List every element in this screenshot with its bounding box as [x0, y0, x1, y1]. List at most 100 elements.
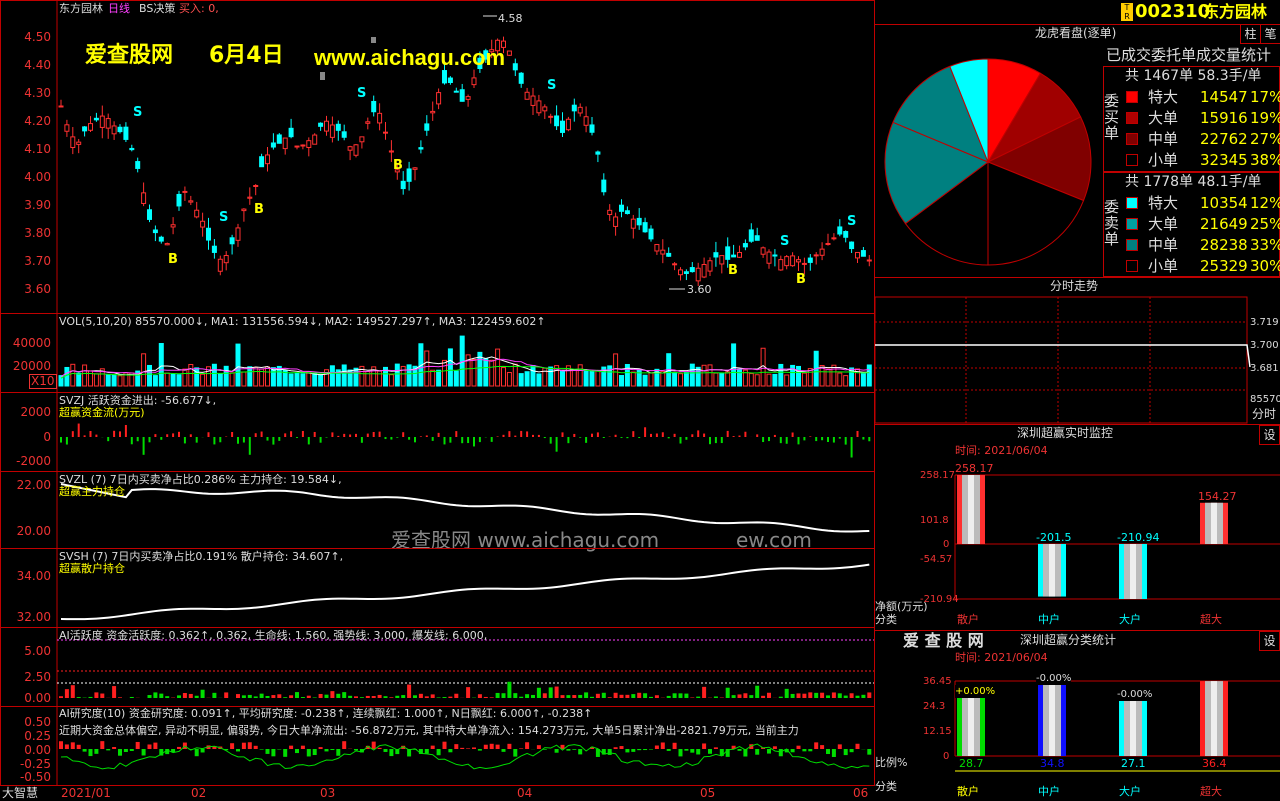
candle [466, 97, 470, 100]
activity-bar [637, 693, 641, 698]
activity-bar [584, 692, 588, 698]
svzj-tick-2: -2000 [1, 454, 51, 468]
period-label[interactable]: 日线 [108, 2, 130, 15]
class-change: -0.00% [1117, 688, 1152, 701]
candle [767, 252, 771, 263]
volume-bar [861, 374, 865, 386]
research-bar [513, 749, 517, 757]
price-tick: 4.40 [1, 58, 51, 72]
volume-pane[interactable]: VOL(5,10,20) 85570.000↓, MA1: 131556.594… [0, 313, 875, 393]
volume-bar [212, 364, 216, 386]
research-bar [230, 743, 234, 749]
candle [313, 135, 317, 144]
candle [224, 256, 228, 263]
research-bar [867, 749, 871, 755]
research-bar [620, 746, 624, 749]
buy-row-pct: 19% [1250, 109, 1280, 127]
ai2-tick-1: 0.25 [1, 729, 51, 743]
activity-bar [372, 696, 376, 698]
tick-mode-button[interactable]: 笔 [1260, 24, 1280, 44]
class-category: 散户 [957, 785, 979, 798]
activity-bar [384, 696, 388, 698]
volume-bar [407, 365, 411, 386]
volume-bar [513, 364, 517, 386]
activity-bar [826, 695, 830, 698]
research-bar [637, 749, 641, 750]
candle [165, 244, 169, 245]
sell-table: 委卖单 共 1778单 48.1手/单 特大1035412%大单2164925%… [1103, 172, 1280, 277]
intraday-panel[interactable]: 分时走势 3.719 3.700 3.681 85570 分时 [875, 277, 1280, 425]
volume-bar [201, 374, 205, 386]
candle [867, 260, 871, 261]
gray-marker [371, 37, 376, 43]
buy-row-value: 15916 [1200, 109, 1248, 127]
activity-bar [844, 696, 848, 698]
research-bar [578, 749, 582, 754]
sell-row-label: 中单 [1148, 236, 1178, 254]
candle [513, 64, 517, 70]
svzl-sub: 超赢主力持仓 [59, 485, 125, 498]
candle [525, 92, 529, 99]
monitor-bar-label: -210.94 [1117, 531, 1159, 544]
research-bar [313, 749, 317, 755]
activity-bar [566, 695, 570, 698]
svzj-pane[interactable]: SVZJ 活跃资金进出: -56.677↓, 超赢资金流(万元) 2000 0 … [0, 392, 875, 472]
ai-activity-pane[interactable]: AI活跃度 资金活跃度: 0.362↑, 0.362, 生命线: 1.560, … [0, 627, 875, 707]
volume-bar [637, 369, 641, 386]
activity-bar [201, 690, 205, 698]
activity-bar [118, 697, 122, 698]
buy-row-value: 14547 [1200, 88, 1248, 106]
activity-bar [248, 695, 252, 698]
volume-bar [218, 374, 222, 386]
intraday-line [875, 345, 1250, 367]
candle [732, 255, 736, 257]
activity-bar [407, 685, 411, 698]
volume-bar [802, 373, 806, 386]
research-bar [690, 749, 694, 753]
activity-bar [684, 694, 688, 698]
sell-row-swatch [1126, 218, 1138, 230]
svzl-pane[interactable]: SVZL (7) 7日内买卖净占比0.286% 主力持仓: 19.584↓, 超… [0, 471, 875, 549]
candle [260, 157, 264, 167]
volume-bar [684, 373, 688, 386]
volume-bar [755, 375, 759, 386]
volume-bar [389, 375, 393, 386]
research-bar [661, 742, 665, 749]
candle [614, 217, 618, 226]
candle [679, 270, 683, 275]
research-bar [472, 747, 476, 749]
candle [106, 119, 110, 129]
research-bar [614, 747, 618, 749]
monitor-bar-label: 258.17 [955, 462, 994, 475]
monitor-unit: 净额(万元) [875, 600, 928, 613]
ai-research-pane[interactable]: AI研究度(10) 资金研究度: 0.091↑, 平均研究度: -0.238↑,… [0, 706, 875, 786]
candle [124, 127, 128, 139]
candle [195, 210, 199, 217]
candle [112, 126, 116, 134]
candle [714, 253, 718, 257]
price-chart-pane[interactable]: SBSBSBSBSBS 东方园林 日线 BS决策 买入: 0, 爱查股网 6月4… [0, 0, 875, 314]
candle [407, 169, 411, 181]
volume-bar [767, 374, 771, 386]
high-price-label: 4.58 [498, 12, 523, 25]
activity-bar [549, 687, 553, 698]
class-cat: 分类 [875, 780, 897, 793]
activity-bar [395, 696, 399, 698]
svsh-pane[interactable]: SVSH (7) 7日内买卖净占比0.191% 散户持仓: 34.607↑, 超… [0, 548, 875, 628]
activity-bar [401, 695, 405, 698]
research-bar [89, 749, 93, 756]
volume-bar [472, 360, 476, 386]
activity-bar [289, 695, 293, 698]
candle [384, 132, 388, 133]
monitor-bar-label: 154.27 [1198, 490, 1237, 503]
class-value: 36.4 [1202, 757, 1227, 770]
candle [325, 121, 329, 131]
volume-bar [301, 374, 305, 386]
stock-code: 002310 [1135, 2, 1210, 22]
buy-row-pct: 17% [1250, 88, 1280, 106]
volume-bar [631, 372, 635, 386]
candle [519, 73, 523, 83]
bar-mode-button[interactable]: 柱 [1240, 24, 1261, 44]
candle [608, 210, 612, 214]
volume-bar [572, 369, 576, 386]
